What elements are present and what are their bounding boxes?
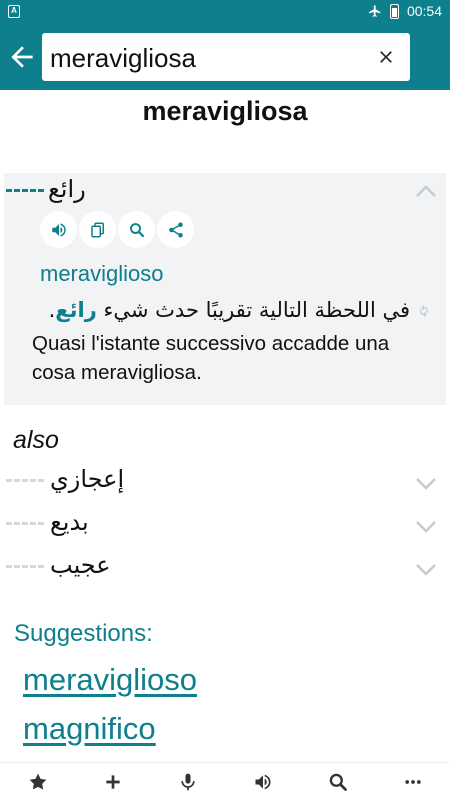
status-bar: A 00:54 (0, 0, 450, 24)
bottom-toolbar (0, 762, 450, 800)
star-icon (29, 773, 46, 789)
alternative-word: بديع (50, 508, 89, 536)
app-notification-icon: A (8, 5, 20, 18)
search-button[interactable] (318, 765, 358, 799)
frequency-rank-indicator (6, 479, 44, 482)
clock: 00:54 (406, 3, 442, 19)
battery-icon (389, 3, 399, 19)
search-icon (129, 222, 144, 237)
speak-button[interactable] (243, 765, 283, 799)
speaker-icon (51, 222, 66, 237)
microphone-icon (180, 773, 195, 790)
suggestion-link[interactable]: meraviglioso (23, 662, 197, 698)
favorites-button[interactable] (18, 765, 58, 799)
back-arrow-icon[interactable] (6, 41, 38, 73)
example-highlight: رائع (55, 298, 97, 322)
voice-input-button[interactable] (168, 765, 208, 799)
alternative-word: إعجازي (50, 465, 125, 493)
also-heading: also (13, 426, 59, 454)
headword: meravigliosa (142, 96, 308, 126)
example-sentence-arabic: في اللحظة التالية تقريبًا حدث شيء رائع. (32, 298, 410, 322)
more-icon (404, 779, 421, 784)
lookup-button[interactable] (118, 211, 155, 248)
entry-actions (40, 211, 194, 248)
pronounce-button[interactable] (40, 211, 77, 248)
suggestions-heading: Suggestions: (14, 620, 153, 647)
speaker-icon (255, 774, 270, 789)
search-input[interactable] (50, 33, 370, 81)
chevron-up-icon[interactable] (415, 184, 437, 198)
search-box (42, 33, 410, 81)
alternative-word: عجيب (50, 551, 111, 579)
translation-entry-expanded[interactable]: رائع meraviglioso في اللحظة التالية تقري… (4, 173, 446, 405)
add-button[interactable] (93, 765, 133, 799)
suggestion-link[interactable]: magnifico (23, 711, 156, 747)
alternative-entry[interactable]: إعجازي (4, 465, 446, 505)
copy-button[interactable] (79, 211, 116, 248)
alternative-entry[interactable]: عجيب (4, 551, 446, 591)
chevron-down-icon[interactable] (415, 477, 437, 491)
frequency-rank-indicator (6, 189, 44, 192)
results-pane: meravigliosa رائع meraviglioso في اللحظة… (0, 90, 450, 762)
share-button[interactable] (157, 211, 194, 248)
translation-word: رائع (48, 175, 86, 203)
copy-icon (90, 222, 104, 237)
alternative-entry[interactable]: بديع (4, 508, 446, 548)
back-translation-link[interactable]: meraviglioso (40, 261, 164, 287)
example-sentence-italian: Quasi l'istante successivo accadde una c… (32, 332, 390, 384)
chevron-down-icon[interactable] (415, 563, 437, 577)
chevron-down-icon[interactable] (415, 520, 437, 534)
close-icon[interactable] (376, 47, 396, 67)
search-icon (329, 773, 347, 791)
frequency-rank-indicator (6, 565, 44, 568)
example-text: في اللحظة التالية تقريبًا حدث شيء (96, 298, 411, 322)
frequency-rank-indicator (6, 522, 44, 525)
more-button[interactable] (393, 765, 433, 799)
airplane-icon (369, 5, 381, 17)
refresh-icon[interactable] (416, 303, 432, 319)
share-icon (168, 222, 183, 237)
plus-icon (105, 774, 120, 789)
toolbar (0, 24, 450, 90)
